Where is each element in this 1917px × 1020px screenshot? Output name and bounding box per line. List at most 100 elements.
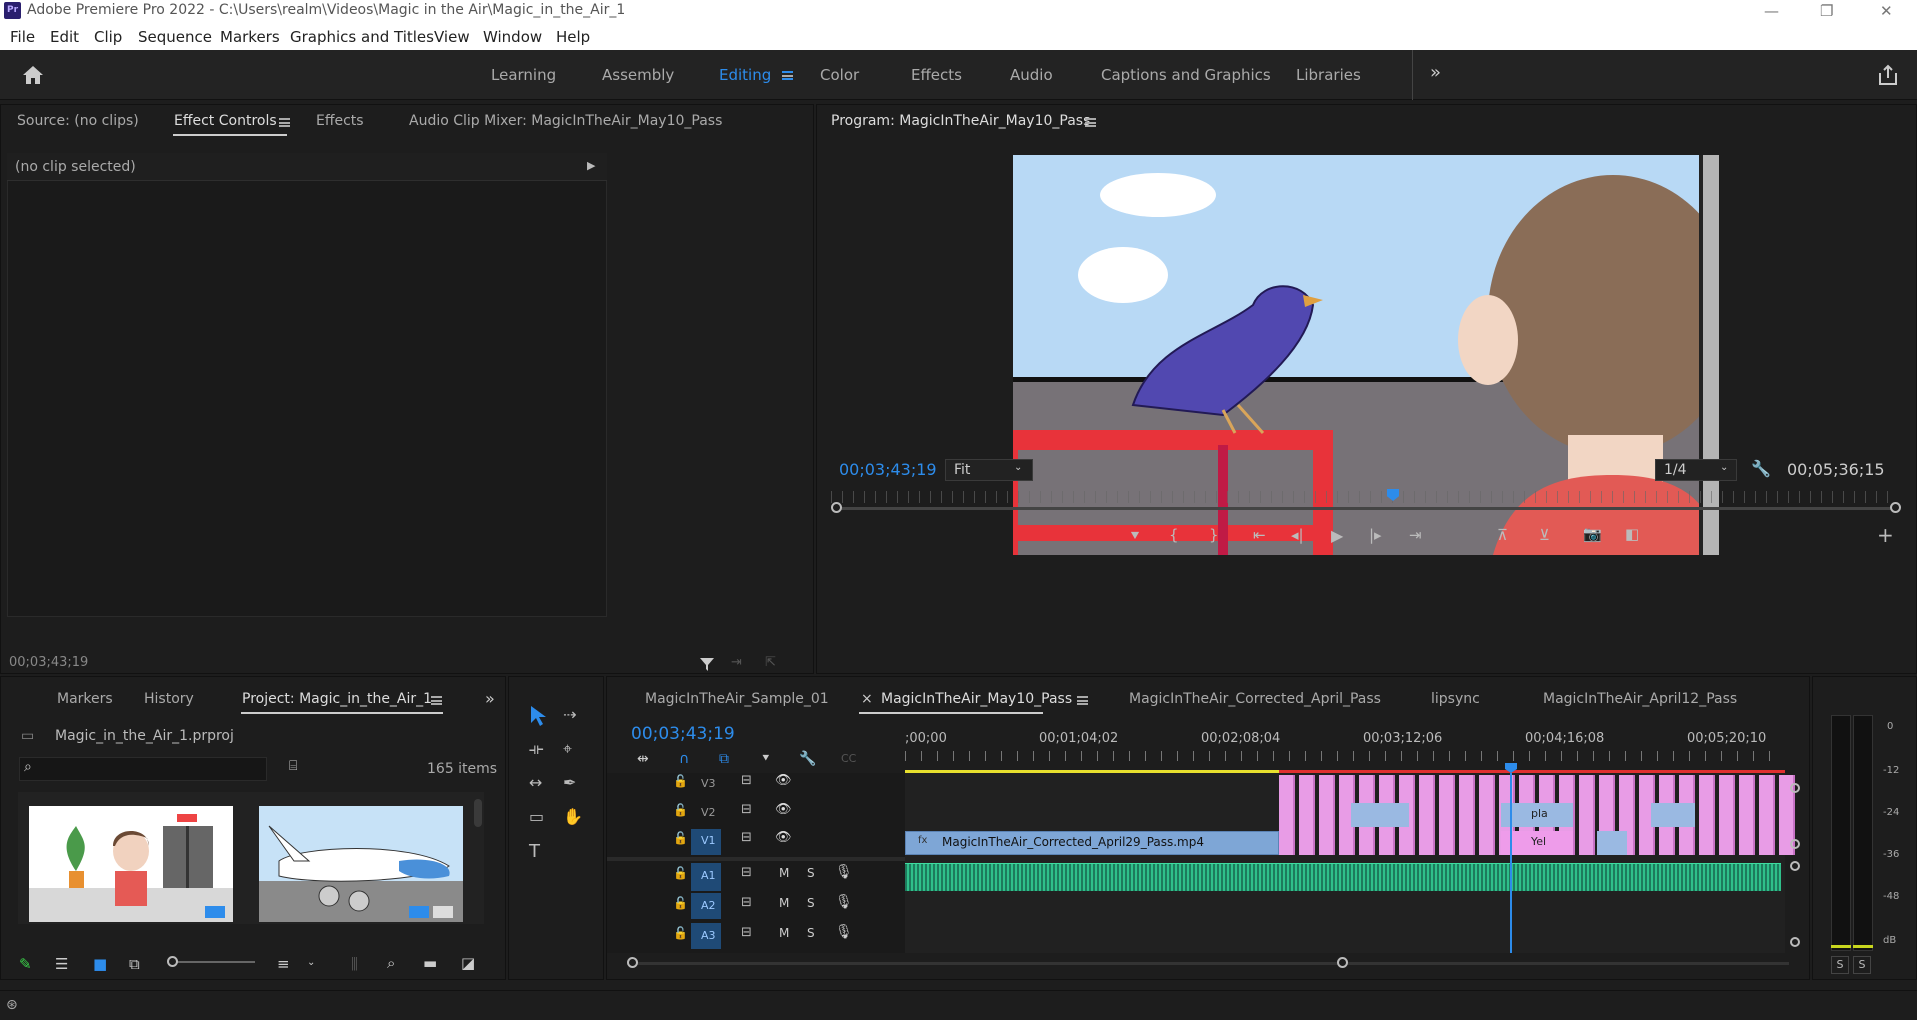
zoom-select[interactable]: Fit ⌄	[945, 459, 1033, 481]
add-marker-icon[interactable]: ⯆	[761, 751, 771, 766]
new-bin-icon[interactable]: ▬	[423, 954, 437, 972]
rectangle-tool-icon[interactable]: ▭	[529, 807, 544, 826]
lock-icon[interactable]: 🔓	[673, 831, 688, 845]
lock-icon[interactable]: 🔓	[673, 774, 688, 788]
step-back-icon[interactable]: ◂|	[1291, 526, 1304, 544]
step-forward-icon[interactable]: |▸	[1369, 526, 1382, 544]
project-search-input[interactable]: ⌕	[19, 757, 267, 781]
tab-effect-controls[interactable]: Effect Controls	[174, 113, 277, 129]
more-panels-icon[interactable]: »	[485, 689, 495, 708]
tab-seq-april12[interactable]: MagicInTheAir_April12_Pass	[1543, 691, 1737, 707]
home-icon[interactable]	[22, 65, 44, 85]
play-icon[interactable]: ▶	[1331, 526, 1343, 545]
nest-icon[interactable]: ⇹	[637, 751, 649, 767]
thumbnail-boy-elevator[interactable]	[29, 806, 233, 922]
microphone-icon[interactable]: 🎙	[835, 924, 853, 940]
close-tab-icon[interactable]: ×	[861, 691, 873, 707]
ws-captions[interactable]: Captions and Graphics	[1101, 66, 1271, 84]
find-icon-bottom[interactable]: ⌕	[387, 954, 395, 972]
tab-project[interactable]: Project: Magic_in_the_Air_1	[242, 691, 432, 707]
list-view-icon[interactable]: ☰	[55, 955, 68, 973]
sync-lock-icon[interactable]: ⊟	[741, 925, 752, 940]
pen-tool-icon[interactable]: ✒	[563, 773, 576, 792]
menu-window[interactable]: Window	[483, 28, 542, 46]
project-scrollbar[interactable]	[474, 799, 482, 827]
zoom-slider-handle[interactable]	[167, 956, 178, 967]
snap-icon[interactable]: ∩	[679, 751, 689, 767]
clip-v2-a[interactable]	[1351, 803, 1409, 827]
sync-lock-icon[interactable]: ⊟	[741, 802, 752, 817]
solo-left-button[interactable]: S	[1831, 956, 1849, 974]
menu-clip[interactable]: Clip	[94, 28, 122, 46]
filter-icon[interactable]	[699, 656, 715, 672]
mute-button[interactable]: M	[779, 866, 789, 880]
menu-markers[interactable]: Markers	[220, 28, 280, 46]
creative-cloud-icon[interactable]: ⊛	[6, 997, 18, 1013]
find-icon[interactable]: ⌸	[289, 758, 297, 774]
lock-icon[interactable]: 🔓	[673, 866, 688, 880]
sync-lock-icon[interactable]: ⊟	[741, 865, 752, 880]
extract-icon[interactable]: ⊻	[1539, 526, 1550, 544]
pencil-icon[interactable]: ✎	[19, 955, 32, 973]
linked-selection-icon[interactable]: ⧉	[719, 751, 729, 767]
settings-wrench-icon[interactable]: 🔧	[799, 751, 816, 767]
export-frame-icon[interactable]: 📷	[1583, 525, 1602, 543]
type-tool-icon[interactable]: T	[529, 841, 540, 862]
add-marker-icon[interactable]: ⯆	[1129, 527, 1141, 545]
lock-icon[interactable]: 🔓	[673, 803, 688, 817]
ws-color[interactable]: Color	[820, 66, 859, 84]
tab-audio-clip-mixer[interactable]: Audio Clip Mixer: MagicInTheAir_May10_Pa…	[409, 113, 722, 129]
clip-v1-b[interactable]	[1597, 831, 1627, 855]
microphone-icon[interactable]: 🎙	[835, 864, 853, 880]
menu-file[interactable]: File	[10, 28, 35, 46]
solo-button[interactable]: S	[807, 926, 815, 940]
timeline-timecode[interactable]: 00;03;43;19	[631, 724, 735, 744]
freeform-view-icon[interactable]: ⧉	[129, 955, 140, 973]
solo-button[interactable]: S	[807, 866, 815, 880]
track-select-tool-icon[interactable]: ⇢	[563, 705, 576, 724]
program-current-timecode[interactable]: 00;03;43;19	[839, 460, 937, 479]
lock-icon[interactable]: 🔓	[673, 926, 688, 940]
ws-audio[interactable]: Audio	[1010, 66, 1053, 84]
comparison-view-icon[interactable]: ◧	[1625, 525, 1639, 543]
zoom-slider[interactable]	[169, 961, 255, 963]
sync-lock-icon[interactable]: ⊟	[741, 773, 752, 788]
new-item-icon[interactable]: ◪	[461, 954, 475, 972]
ws-effects[interactable]: Effects	[911, 66, 962, 84]
zoom-handle-left[interactable]	[831, 502, 842, 513]
sort-icon[interactable]: ≡	[277, 955, 290, 973]
icon-view-icon[interactable]: ■	[93, 955, 107, 973]
solo-button[interactable]: S	[807, 896, 815, 910]
ws-editing[interactable]: Editing	[719, 66, 771, 84]
menu-graphics[interactable]: Graphics and Titles	[290, 28, 434, 46]
minimize-icon[interactable]: —	[1764, 2, 1779, 20]
time-ruler[interactable]: ;00;00 00;01;04;02 00;02;08;04 00;03;12;…	[905, 721, 1785, 769]
timeline-menu-icon[interactable]	[1077, 696, 1088, 705]
tab-seq-sample[interactable]: MagicInTheAir_Sample_01	[645, 691, 829, 707]
lift-icon[interactable]: ⊼	[1497, 526, 1508, 544]
microphone-icon[interactable]: 🎙	[835, 894, 853, 910]
project-menu-icon[interactable]	[431, 696, 442, 705]
selection-tool-icon[interactable]	[529, 705, 547, 727]
share-icon[interactable]	[1877, 64, 1899, 86]
zoom-handle-right[interactable]	[1890, 502, 1901, 513]
timeline-horizontal-scroll[interactable]	[627, 962, 1789, 965]
button-editor-icon[interactable]: +	[1877, 523, 1894, 547]
resolution-select[interactable]: 1/4 ⌄	[1655, 459, 1737, 481]
thumbnail-airplane[interactable]	[259, 806, 463, 922]
timeline-vertical-scroll[interactable]	[1787, 773, 1805, 953]
clip-v1-main[interactable]: fx MagicInTheAir_Corrected_April29_Pass.…	[905, 831, 1279, 855]
go-to-in-icon[interactable]: ⇤	[1253, 526, 1266, 544]
ws-libraries[interactable]: Libraries	[1296, 66, 1361, 84]
program-menu-icon[interactable]	[1085, 118, 1096, 127]
mark-in-icon[interactable]: {	[1169, 526, 1179, 544]
clip-v2-b[interactable]	[1651, 803, 1695, 827]
ws-assembly[interactable]: Assembly	[602, 66, 674, 84]
mark-out-icon[interactable]: }	[1209, 526, 1219, 544]
play-audio-icon[interactable]: ▶	[587, 159, 595, 172]
sync-lock-icon[interactable]: ⊟	[741, 830, 752, 845]
restore-icon[interactable]: ❐	[1820, 2, 1833, 20]
tab-seq-corrected[interactable]: MagicInTheAir_Corrected_April_Pass	[1129, 691, 1381, 707]
menu-help[interactable]: Help	[556, 28, 590, 46]
slip-tool-icon[interactable]: ↔	[529, 773, 542, 792]
